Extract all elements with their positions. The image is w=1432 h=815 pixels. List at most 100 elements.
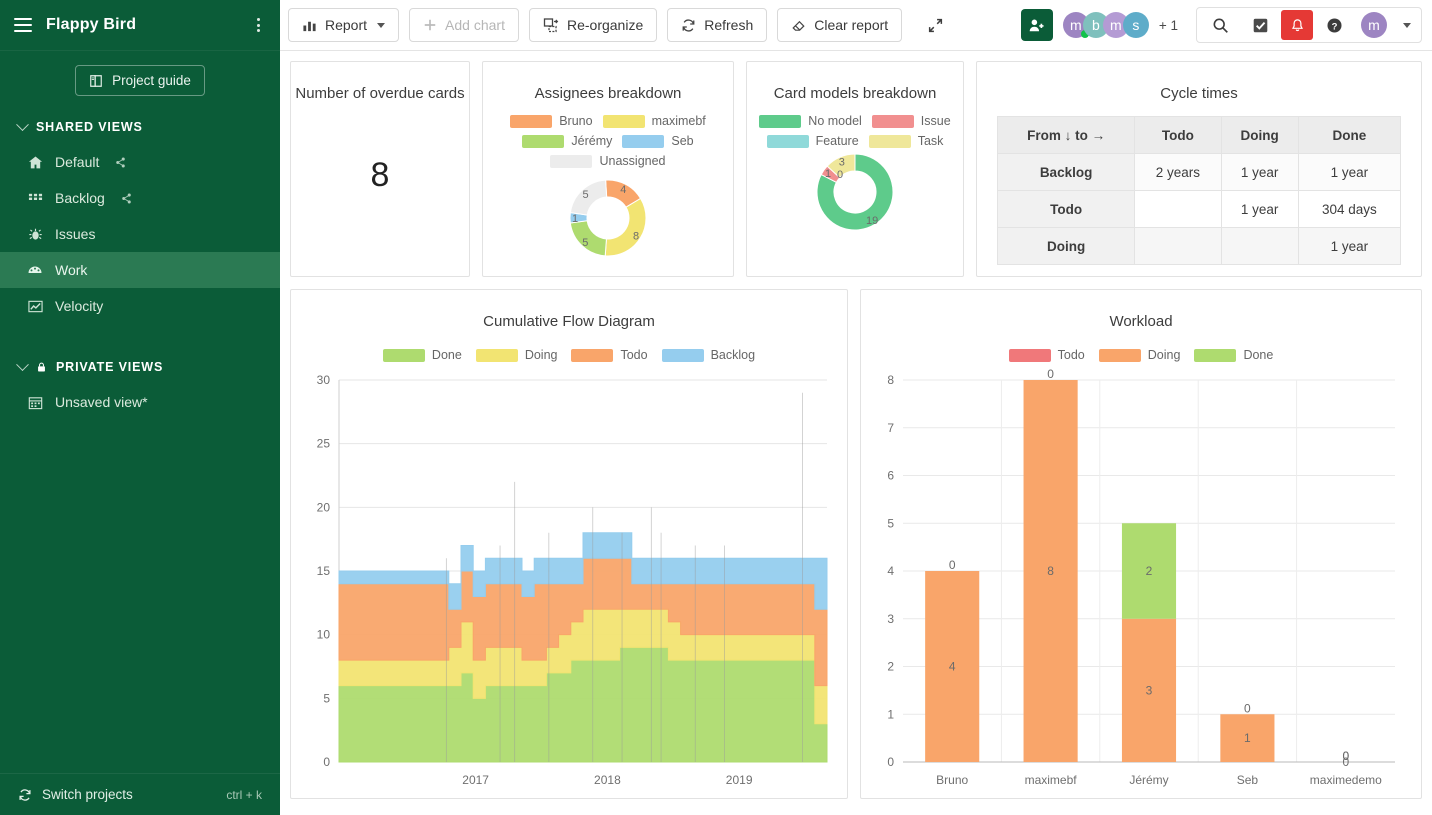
svg-text:15: 15 <box>317 564 331 578</box>
expand-arrows-icon[interactable] <box>918 8 952 42</box>
shared-views-label: SHARED VIEWS <box>36 120 143 134</box>
legend-swatch <box>622 134 665 148</box>
cell: 1 year <box>1220 153 1299 191</box>
svg-text:6: 6 <box>887 469 894 483</box>
user-menu-avatar[interactable]: m <box>1355 10 1393 40</box>
chart-line-icon <box>26 299 44 314</box>
user-menu-chevron-down-icon[interactable] <box>1403 22 1411 28</box>
assignees-legend: Bruno maximebf Jérémy Seb Unassigned <box>483 104 733 168</box>
legend-swatch <box>382 348 425 362</box>
add-chart-button[interactable]: Add chart <box>409 8 519 42</box>
lock-icon <box>36 361 47 373</box>
help-icon[interactable]: ? <box>1315 10 1353 40</box>
svg-text:10: 10 <box>317 628 331 642</box>
legend-item[interactable]: Issue <box>871 114 951 128</box>
refresh-icon <box>681 18 696 33</box>
legend-swatch <box>766 134 809 148</box>
widget-workload[interactable]: Workload Todo Doing Done 0 1 2 3 4 5 6 7 8 0 4 0 Bru… <box>860 289 1422 799</box>
legend-label: Done <box>431 348 462 362</box>
widget-cycle-times[interactable]: Cycle times From ↓ to → Todo Doing Done <box>976 61 1422 277</box>
legend-item[interactable]: Todo <box>571 348 648 362</box>
legend-swatch <box>1098 348 1141 362</box>
shared-views-header[interactable]: SHARED VIEWS <box>0 106 280 144</box>
legend-item[interactable]: Jérémy <box>522 134 612 148</box>
project-guide-button[interactable]: Project guide <box>75 65 205 96</box>
refresh-button[interactable]: Refresh <box>667 8 768 42</box>
legend-item[interactable]: Seb <box>622 134 694 148</box>
grid-icon <box>26 191 44 206</box>
column-header-done: Done <box>1297 116 1402 154</box>
sidebar-item-issues[interactable]: Issues <box>0 216 280 252</box>
svg-text:4: 4 <box>620 184 626 196</box>
search-icon[interactable] <box>1201 10 1239 40</box>
avatar-initial: m <box>1110 17 1122 33</box>
legend-swatch <box>550 154 593 168</box>
legend-label: Issue <box>920 114 951 128</box>
legend-swatch <box>602 114 645 128</box>
svg-text:2018: 2018 <box>594 773 621 787</box>
sidebar-item-backlog[interactable]: Backlog <box>0 180 280 216</box>
legend-item[interactable]: Unassigned <box>550 154 666 168</box>
switch-projects-button[interactable]: Switch projects ctrl + k <box>0 773 280 815</box>
legend-item[interactable]: Done <box>382 348 462 362</box>
bug-icon <box>26 227 44 242</box>
sidebar-header: Flappy Bird <box>0 0 280 51</box>
chevron-down-icon <box>16 117 29 131</box>
switch-projects-shortcut: ctrl + k <box>226 787 262 802</box>
workload-plot[interactable]: 012345678040Bruno080maximebf032Jérémy010… <box>861 362 1415 802</box>
column-header-doing: Doing <box>1220 116 1299 154</box>
svg-text:5: 5 <box>887 516 894 530</box>
legend-item[interactable]: Doing <box>1098 348 1181 362</box>
svg-text:7: 7 <box>887 421 894 435</box>
clear-report-button[interactable]: Clear report <box>777 8 903 42</box>
widget-card-models-breakdown[interactable]: Card models breakdown No model Issue Fea… <box>746 61 964 277</box>
sidebar-item-work[interactable]: Work <box>0 252 280 288</box>
svg-text:0: 0 <box>1342 749 1349 763</box>
tasks-checkbox-icon[interactable] <box>1241 10 1279 40</box>
legend-label: Unassigned <box>599 154 666 168</box>
svg-text:4: 4 <box>949 660 956 674</box>
cfd-plot[interactable]: 0 5 10 15 20 25 30 2017 2018 2019 <box>291 362 847 802</box>
widget-title: Workload <box>1109 313 1173 330</box>
legend-label: Doing <box>1147 348 1181 362</box>
kebab-menu-icon[interactable] <box>250 16 266 34</box>
avatar-initial: m <box>1368 17 1380 33</box>
overdue-cards-value: 8 <box>370 156 390 194</box>
legend-swatch <box>522 134 565 148</box>
hamburger-icon[interactable] <box>14 18 32 32</box>
assignees-donut-chart[interactable]: 4 8 515 <box>483 172 733 264</box>
svg-text:1: 1 <box>1244 731 1251 745</box>
svg-text:0: 0 <box>837 169 843 181</box>
legend-label: Backlog <box>710 348 756 362</box>
add-user-button[interactable] <box>1020 9 1053 41</box>
legend-item[interactable]: Done <box>1194 348 1273 362</box>
legend-item[interactable]: No model <box>759 114 862 128</box>
svg-text:Bruno: Bruno <box>936 773 968 787</box>
sidebar-item-default[interactable]: Default <box>0 144 280 180</box>
legend-item[interactable]: maximebf <box>602 114 706 128</box>
sidebar-item-unsaved-view[interactable]: Unsaved view* <box>0 384 280 420</box>
private-views-header[interactable]: PRIVATE VIEWS <box>0 324 280 384</box>
row-header: Doing <box>996 227 1136 265</box>
reorganize-button[interactable]: Re-organize <box>528 8 658 42</box>
widget-overdue-cards[interactable]: Number of overdue cards 8 <box>290 61 470 277</box>
legend-item[interactable]: Backlog <box>661 348 756 362</box>
legend-label: Task <box>917 134 944 148</box>
avatar[interactable]: s <box>1122 12 1149 38</box>
svg-text:25: 25 <box>317 437 331 451</box>
avatars-overflow-count[interactable]: + 1 <box>1159 18 1178 33</box>
row-header: Backlog <box>996 153 1136 191</box>
legend-swatch <box>1194 348 1237 362</box>
svg-text:Jérémy: Jérémy <box>1129 773 1168 787</box>
legend-item[interactable]: Todo <box>1008 348 1085 362</box>
chevron-down-icon <box>16 357 29 371</box>
cycle-times-table: From ↓ to → Todo Doing Done Backlog 2 ye… <box>996 116 1402 265</box>
legend-item[interactable]: Bruno <box>510 114 593 128</box>
models-donut-chart[interactable]: 19 1 3 0 <box>747 146 963 238</box>
legend-item[interactable]: Doing <box>475 348 557 362</box>
widget-cumulative-flow-diagram[interactable]: Cumulative Flow Diagram Done Doing Todo … <box>290 289 848 799</box>
notifications-bell-icon[interactable] <box>1281 10 1313 40</box>
sidebar-item-velocity[interactable]: Velocity <box>0 288 280 324</box>
widget-assignees-breakdown[interactable]: Assignees breakdown Bruno maximebf Jérém… <box>482 61 734 277</box>
report-button[interactable]: Report <box>288 8 400 42</box>
